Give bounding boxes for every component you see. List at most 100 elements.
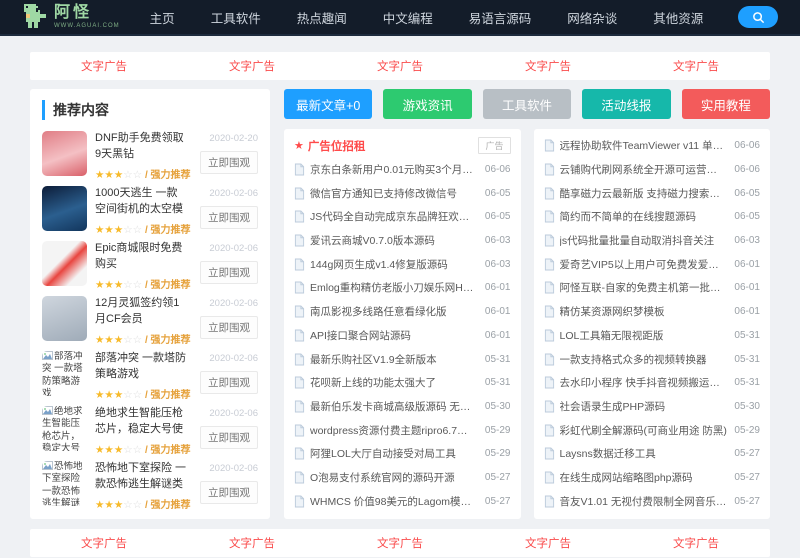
text-ad-link[interactable]: 文字广告: [81, 535, 127, 551]
recommended-title[interactable]: 绝地求生智能压枪芯片，稳定大号使用，永久免费: [95, 406, 188, 438]
search-button[interactable]: [738, 6, 778, 28]
article-title[interactable]: WHMCS 价值98美元的Lagom模板开源: [310, 494, 478, 509]
article-title[interactable]: 社会语录生成PHP源码: [560, 399, 728, 414]
article-title[interactable]: 南瓜影视多线路任意看绿化版: [310, 304, 478, 319]
article-row: 远程协助软件TeamViewer v11 单文件版 06-06: [544, 134, 760, 158]
recommended-thumbnail[interactable]: 1000天逃生 一款空间街机的太空模拟经营游戏: [42, 186, 87, 231]
article-date: 06-05: [734, 211, 760, 223]
article-title[interactable]: O泡易支付系统官网的源码开源: [310, 470, 478, 485]
view-now-button[interactable]: 立即围观: [200, 151, 258, 174]
article-title[interactable]: 京东白条新用户0.01元购买3个月爱奇艺黄...: [310, 162, 478, 177]
article-title[interactable]: 阿狸LOL大厅自动接受对局工具: [310, 446, 478, 461]
view-now-button[interactable]: 立即围观: [200, 261, 258, 284]
text-ad-link[interactable]: 文字广告: [525, 58, 571, 74]
view-now-button[interactable]: 立即围观: [200, 481, 258, 504]
recommended-title[interactable]: 12月灵狐签约领1月CF会员: [95, 296, 188, 328]
category-button[interactable]: 活动线报: [582, 89, 671, 119]
article-title[interactable]: wordpress资源付费主题ripro6.7含美化包...: [310, 423, 478, 438]
star-rating-filled: ★★★: [95, 224, 124, 236]
article-list-left: ★ 广告位招租 广告 京东白条新用户0.01元购买3个月爱 06-06 微信官方…: [284, 129, 521, 519]
text-ad-link[interactable]: 文字广告: [673, 535, 719, 551]
article-title[interactable]: 最新伯乐发卡商城高级版源码 无后门: [310, 399, 478, 414]
article-row: 简约而不简单的在线搜题源码 06-05: [544, 205, 760, 229]
recommend-label: / 强力推荐: [145, 389, 191, 401]
article-title[interactable]: 在线生成网站缩略图php源码: [560, 470, 728, 485]
article-title[interactable]: 去水印小程序 快手抖音视频搬运工上热门...: [560, 375, 728, 390]
article-title[interactable]: 一款支持格式众多的视频转换器: [560, 352, 728, 367]
recommended-thumbnail[interactable]: 12月灵狐签约领1月CF会员: [42, 296, 87, 341]
document-icon: [294, 376, 305, 389]
text-ad-link[interactable]: 文字广告: [377, 58, 423, 74]
text-ad-link[interactable]: 文字广告: [673, 58, 719, 74]
text-ad-link[interactable]: 文字广告: [229, 58, 275, 74]
recommended-thumbnail[interactable]: Epic商城限时免费购买《SUPERHOT》游戏: [42, 241, 87, 286]
article-date: 05-31: [484, 377, 511, 389]
document-icon: [294, 210, 305, 223]
view-now-button[interactable]: 立即围观: [200, 426, 258, 449]
nav-item[interactable]: 热点趣闻: [297, 8, 347, 27]
article-title[interactable]: 爱讯云商城V0.7.0版本源码: [310, 233, 478, 248]
recommended-title[interactable]: Epic商城限时免费购买《SUPERHOT》游戏: [95, 241, 188, 273]
star-rating-filled: ★★★: [95, 333, 124, 346]
article-title[interactable]: 远程协助软件TeamViewer v11 单文件版: [560, 138, 728, 153]
text-ad-link[interactable]: 文字广告: [525, 535, 571, 551]
article-title[interactable]: 简约而不简单的在线搜题源码: [560, 209, 728, 224]
article-title[interactable]: 阿怪互联-自家的免费主机第一批正式开启: [560, 280, 728, 295]
ad-slot-title[interactable]: 广告位招租: [308, 138, 479, 154]
article-title[interactable]: js代码批量批量自动取消抖音关注: [560, 233, 728, 248]
article-title[interactable]: LOL工具箱无限视距版: [560, 328, 728, 343]
article-title[interactable]: Laysns数据迁移工具: [560, 446, 728, 461]
nav-item[interactable]: 易语言源码: [469, 8, 532, 27]
view-now-button[interactable]: 立即围观: [200, 206, 258, 229]
article-date: 06-01: [484, 329, 511, 341]
recommended-thumbnail[interactable]: DNF助手免费领取9天黑钻: [42, 131, 87, 176]
article-title[interactable]: 音友V1.01 无视付费限制全网音乐无损免费...: [560, 494, 728, 509]
article-row: 阿怪互联-自家的免费主机第一批正式开启 06-01: [544, 276, 760, 300]
recommend-label: / 强力推荐: [145, 334, 191, 346]
recommended-thumbnail[interactable]: 绝地求生智能压枪芯片，稳定大号使用，永久免费: [42, 406, 87, 451]
article-title[interactable]: 144g网页生成v1.4修复版源码: [310, 257, 478, 272]
article-title[interactable]: 最新乐购社区V1.9全新版本: [310, 352, 478, 367]
view-now-button[interactable]: 立即围观: [200, 371, 258, 394]
article-title[interactable]: 彩虹代刷全解源码(可商业用途 防黑): [560, 423, 728, 438]
text-ad-link[interactable]: 文字广告: [377, 535, 423, 551]
star-icon: ★: [294, 140, 304, 153]
star-rating-filled: ★★★: [95, 388, 124, 401]
nav-item[interactable]: 主页: [150, 8, 175, 27]
article-title[interactable]: 爱奇艺VIP5以上用户可免费发爱奇艺VIP红包: [560, 257, 728, 272]
article-title[interactable]: 酷享磁力云最新版 支持磁力搜索下载和一...: [560, 186, 728, 201]
article-date: 05-27: [734, 448, 760, 460]
recommended-thumbnail[interactable]: 恐怖地下室探险 一款恐怖逃生解谜类游戏: [42, 461, 87, 506]
category-button[interactable]: 实用教程: [681, 89, 771, 119]
category-button[interactable]: 游戏资讯: [383, 89, 472, 119]
nav-item[interactable]: 工具软件: [211, 8, 261, 27]
article-title[interactable]: API接口聚合网站源码: [310, 328, 478, 343]
recommended-title[interactable]: 部落冲突 一款塔防策略游戏: [95, 351, 188, 383]
article-date: 06-06: [734, 140, 760, 152]
site-logo[interactable]: 阿怪 WWW.AGUAI.COM: [22, 4, 120, 30]
view-now-button[interactable]: 立即围观: [200, 316, 258, 339]
article-title[interactable]: 精仿某资源网织梦模板: [560, 304, 728, 319]
text-ad-link[interactable]: 文字广告: [81, 58, 127, 74]
document-icon: [544, 471, 554, 484]
article-title[interactable]: 微信官方通知已支持修改微信号: [310, 186, 478, 201]
category-button[interactable]: 工具软件: [482, 89, 572, 119]
document-icon: [294, 447, 305, 460]
article-title[interactable]: Emlog重构精仿老版小刀娱乐网HFoldao模...: [310, 280, 478, 295]
article-title[interactable]: 云铺购代刷网系统全开源可运营程序搭建: [560, 162, 728, 177]
article-date: 06-01: [484, 306, 511, 318]
recommended-thumbnail[interactable]: 部落冲突 一款塔防策略游戏: [42, 351, 87, 396]
article-row: 精仿某资源网织梦模板 06-01: [544, 300, 760, 324]
recommended-title[interactable]: 1000天逃生 一款空间街机的太空模拟经营游戏: [95, 186, 188, 218]
article-title[interactable]: JS代码全自动完成京东品牌狂欢城活动任务: [310, 209, 478, 224]
article-title[interactable]: 花呗新上线的功能太强大了: [310, 375, 478, 390]
recommended-title[interactable]: DNF助手免费领取9天黑钻: [95, 131, 188, 163]
nav-item[interactable]: 网络杂谈: [567, 8, 617, 27]
recommended-title[interactable]: 恐怖地下室探险 一款恐怖逃生解谜类游戏: [95, 461, 188, 493]
recommended-date: 2020-02-06: [209, 298, 258, 309]
article-row: wordpress资源付费主题ripro6.7含美化包... 05-29: [294, 418, 511, 442]
nav-item[interactable]: 其他资源: [653, 8, 703, 27]
nav-item[interactable]: 中文编程: [383, 8, 433, 27]
category-button[interactable]: 最新文章+0: [284, 89, 373, 119]
text-ad-link[interactable]: 文字广告: [229, 535, 275, 551]
